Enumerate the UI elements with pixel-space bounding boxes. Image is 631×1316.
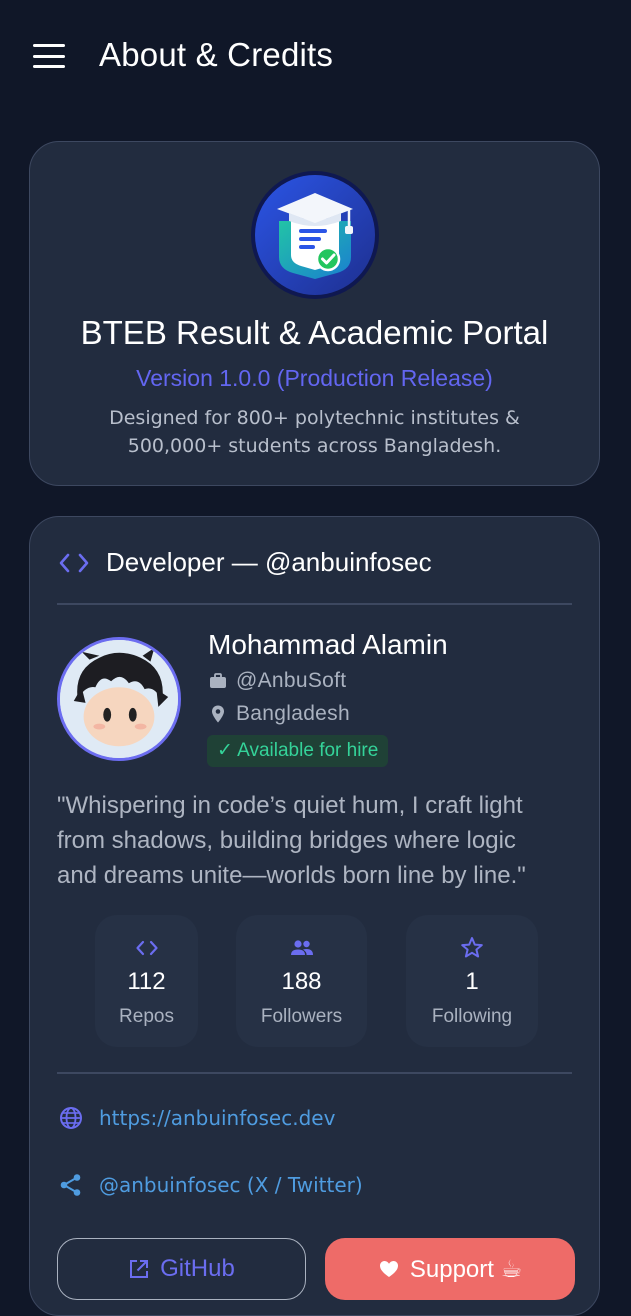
divider <box>57 603 572 605</box>
stat-label: Followers <box>260 1006 343 1027</box>
app-logo-icon <box>249 169 381 301</box>
app-bar: About & Credits <box>0 0 631 112</box>
briefcase-icon <box>210 673 226 688</box>
avatar <box>57 637 181 761</box>
github-button-label: GitHub <box>160 1255 235 1282</box>
stat-value: 188 <box>281 968 322 995</box>
page-title: About & Credits <box>99 36 334 73</box>
stat-label: Following <box>431 1006 513 1027</box>
developer-card: Developer — @anbuinfosec Mohammad Alamin… <box>29 516 600 1316</box>
app-name: BTEB Result & Academic Portal <box>80 314 549 351</box>
support-button-label: Support ☕ <box>409 1255 523 1283</box>
company-row: @AnbuSoft <box>208 669 346 693</box>
star-icon <box>461 937 483 958</box>
twitter-link[interactable]: @anbuinfosec (X / Twitter) <box>58 1172 363 1198</box>
stat-repos[interactable]: 112 Repos <box>95 915 198 1047</box>
developer-quote: "Whispering in code’s quiet hum, I craft… <box>57 792 526 889</box>
app-info-card: BTEB Result & Academic Portal Version 1.… <box>29 141 600 486</box>
menu-icon[interactable] <box>33 44 65 68</box>
website-url[interactable]: https://anbuinfosec.dev <box>99 1106 335 1130</box>
stat-followers[interactable]: 188 Followers <box>236 915 367 1047</box>
developer-header: Developer — @anbuinfosec <box>58 547 432 578</box>
github-button[interactable]: GitHub <box>57 1238 306 1300</box>
hire-status-badge: ✓ Available for hire <box>207 735 389 767</box>
developer-company: @AnbuSoft <box>236 669 347 692</box>
location-row: Bangladesh <box>208 702 350 726</box>
location-pin-icon <box>212 705 224 723</box>
globe-icon <box>60 1107 82 1129</box>
twitter-handle[interactable]: @anbuinfosec (X / Twitter) <box>99 1173 363 1197</box>
stat-following[interactable]: 1 Following <box>406 915 538 1047</box>
heart-icon <box>379 1261 398 1277</box>
stat-value: 1 <box>465 968 479 995</box>
share-icon <box>60 1174 81 1196</box>
developer-name: Mohammad Alamin <box>208 629 448 660</box>
website-link[interactable]: https://anbuinfosec.dev <box>58 1105 335 1131</box>
code-icon <box>59 553 89 572</box>
code-icon <box>135 940 158 956</box>
people-icon <box>290 940 313 955</box>
divider <box>57 1072 572 1074</box>
stat-label: Repos <box>119 1006 174 1027</box>
stat-value: 112 <box>127 968 166 995</box>
developer-section-title: Developer — @anbuinfosec <box>106 547 432 577</box>
developer-location: Bangladesh <box>236 702 350 725</box>
app-version: Version 1.0.0 (Production Release) <box>136 365 493 391</box>
support-button[interactable]: Support ☕ <box>325 1238 575 1300</box>
open-external-icon <box>130 1260 149 1278</box>
app-description: Designed for 800+ polytechnic institutes… <box>109 407 520 457</box>
